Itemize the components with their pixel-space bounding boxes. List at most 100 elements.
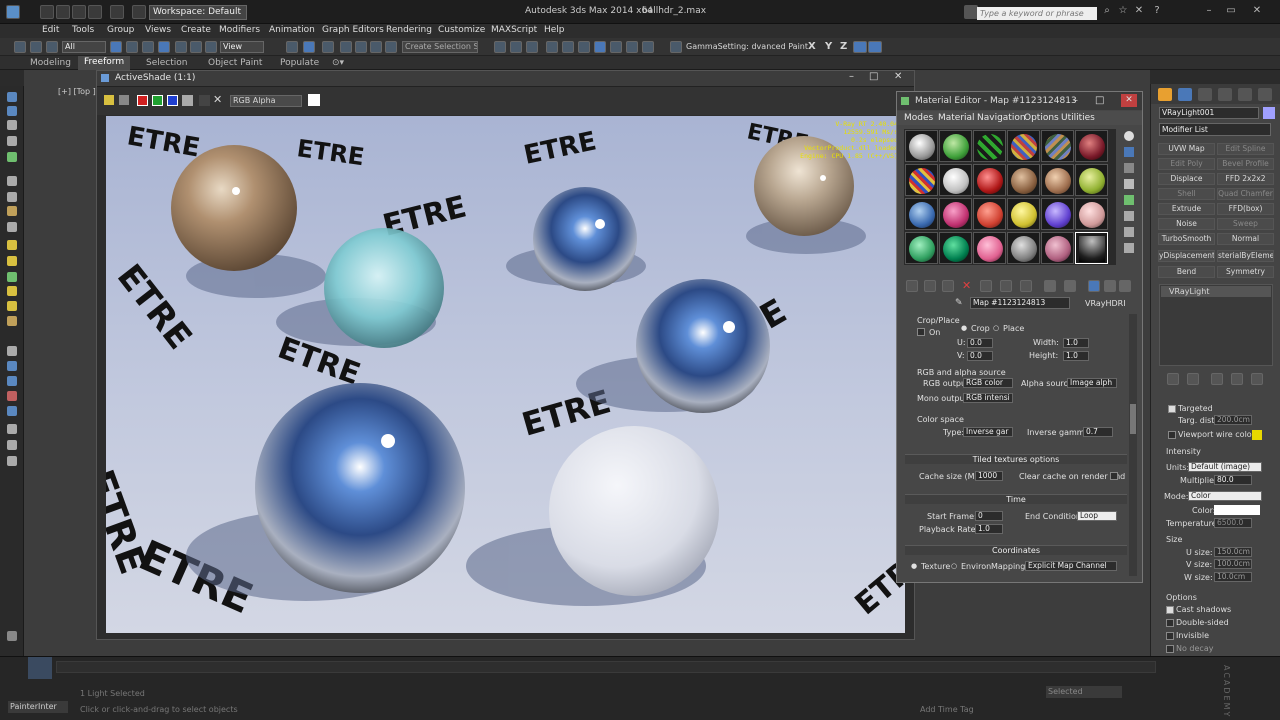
ribbon-tab-populate[interactable]: Populate (280, 58, 319, 68)
playback-rate-field[interactable]: 1.0 (975, 524, 1003, 534)
no-decay-checkbox[interactable] (1166, 645, 1174, 653)
curve-editor-icon[interactable] (562, 41, 574, 53)
put-to-library-icon[interactable] (1020, 280, 1032, 292)
sample-slot[interactable] (1041, 198, 1074, 230)
multiplier-field[interactable]: 80.0 (1214, 475, 1252, 485)
modifier-button[interactable]: Bend (1158, 266, 1215, 278)
sample-slot[interactable] (905, 232, 938, 264)
menu-maxscript[interactable]: MAXScript (491, 25, 537, 35)
me-maximize-icon[interactable]: □ (1095, 92, 1104, 110)
menu-tools[interactable]: Tools (72, 25, 94, 35)
menu-group[interactable]: Group (107, 25, 134, 35)
sample-slot[interactable] (1075, 130, 1108, 162)
me-menu-utilities[interactable]: Utilities (1061, 113, 1095, 123)
as-close-icon[interactable]: ✕ (894, 71, 902, 82)
targeted-checkbox[interactable] (1168, 405, 1176, 413)
viewport-label[interactable]: [+] [Top ] (58, 87, 96, 96)
maxscript-listener[interactable]: PainterInter (8, 701, 68, 713)
create-tab-icon[interactable] (1158, 88, 1172, 101)
select-object-icon[interactable] (110, 41, 122, 53)
crop-radio[interactable]: ● (961, 324, 967, 332)
modifier-button[interactable]: sterialByEleme (1217, 250, 1274, 262)
save-image-icon[interactable] (104, 95, 114, 105)
tool-icon[interactable] (7, 206, 17, 216)
modifier-button[interactable]: Bevel Profile (1217, 158, 1274, 170)
object-color-swatch[interactable] (1263, 107, 1275, 119)
help-icon[interactable]: ? (1150, 5, 1164, 17)
motion-tab-icon[interactable] (1218, 88, 1232, 101)
graphite-toggle-icon[interactable] (546, 41, 558, 53)
render-setup-icon[interactable] (610, 41, 622, 53)
remove-modifier-icon[interactable] (1231, 373, 1243, 385)
make-unique-icon[interactable] (1000, 280, 1012, 292)
angle-snap-icon[interactable] (355, 41, 367, 53)
axis-x-button[interactable]: X (808, 41, 816, 52)
gamma-script-icon[interactable] (670, 41, 682, 53)
pivot-center-icon[interactable] (286, 41, 298, 53)
mono-output-dropdown[interactable]: RGB intensi (963, 393, 1013, 403)
sample-slot[interactable] (1075, 164, 1108, 196)
scale-icon[interactable] (205, 41, 217, 53)
sample-slot[interactable] (1075, 198, 1108, 230)
object-name-field[interactable]: VRayLight001 (1159, 107, 1259, 119)
show-end-result-icon[interactable] (1088, 280, 1100, 292)
bind-space-warp-icon[interactable] (46, 41, 58, 53)
tool-icon[interactable] (7, 240, 17, 250)
uv-tiling-icon[interactable] (1124, 179, 1134, 189)
render-view[interactable]: ETRE ETRE ETRE ETRE ETRE ETRE ETRE ETRE … (106, 116, 905, 633)
time-rollout[interactable]: Time (905, 494, 1127, 504)
copy-material-icon[interactable] (980, 280, 992, 292)
modifier-button[interactable]: FFD(box) (1217, 203, 1274, 215)
width-field[interactable]: 1.0 (1063, 338, 1089, 348)
binoculars-icon[interactable] (964, 5, 978, 19)
mapping-dropdown[interactable]: Explicit Map Channel (1025, 561, 1117, 571)
double-sided-checkbox[interactable] (1166, 619, 1174, 627)
tool-icon[interactable] (7, 286, 17, 296)
move-icon[interactable] (175, 41, 187, 53)
material-id-icon[interactable] (1044, 280, 1056, 292)
expand-icon[interactable] (7, 631, 17, 641)
sample-slot[interactable] (939, 164, 972, 196)
render-production-icon[interactable] (642, 41, 654, 53)
me-close-icon[interactable]: ✕ (1121, 94, 1137, 107)
tool-icon[interactable] (7, 361, 17, 371)
axis-constraint-icon[interactable] (868, 41, 882, 53)
rgb-output-dropdown[interactable]: RGB color (963, 378, 1013, 388)
utilities-tab-icon[interactable] (1258, 88, 1272, 101)
put-to-scene-icon[interactable] (924, 280, 936, 292)
clear-cache-checkbox[interactable] (1110, 472, 1118, 480)
percent-snap-icon[interactable] (370, 41, 382, 53)
tool-icon[interactable] (7, 272, 17, 282)
modifier-button[interactable]: UVW Map (1158, 143, 1215, 155)
v-field[interactable]: 0.0 (967, 351, 993, 361)
place-radio[interactable]: ○ (993, 324, 999, 332)
axis-z-button[interactable]: Z (840, 41, 847, 52)
sample-slot[interactable] (1007, 164, 1040, 196)
map-name-field[interactable]: Map #1123124813 (970, 297, 1070, 309)
menu-graph-editors[interactable]: Graph Editors (322, 25, 384, 35)
alpha-channel-icon[interactable] (182, 95, 193, 106)
cast-shadows-checkbox[interactable] (1166, 606, 1174, 614)
tiled-textures-rollout[interactable]: Tiled textures options (905, 454, 1127, 464)
cache-size-field[interactable]: 1000 (975, 471, 1003, 481)
timeline-toggle[interactable] (28, 657, 52, 679)
show-in-viewport-icon[interactable] (1064, 280, 1076, 292)
menu-customize[interactable]: Customize (438, 25, 485, 35)
go-to-parent-icon[interactable] (1104, 280, 1116, 292)
end-condition-dropdown[interactable]: Loop (1077, 511, 1117, 521)
clone-frame-icon[interactable] (119, 95, 129, 105)
sample-type-icon[interactable] (1124, 131, 1134, 141)
eyedropper-icon[interactable]: ✎ (955, 298, 963, 308)
me-menu-modes[interactable]: Modes (904, 113, 933, 123)
swatch-icon[interactable] (308, 94, 320, 106)
tool-icon[interactable] (7, 440, 17, 450)
activeshade-title-bar[interactable]: ActiveShade (1:1) – □ ✕ (97, 71, 914, 87)
menu-create[interactable]: Create (181, 25, 211, 35)
texture-radio[interactable]: ● (911, 562, 917, 570)
sample-slot-active[interactable] (1075, 232, 1108, 264)
monochrome-icon[interactable] (199, 95, 210, 106)
window-crossing-icon[interactable] (158, 41, 170, 53)
sample-slot[interactable] (905, 164, 938, 196)
crop-on-checkbox[interactable] (917, 328, 925, 336)
ribbon-tab-modeling[interactable]: Modeling (30, 58, 71, 68)
